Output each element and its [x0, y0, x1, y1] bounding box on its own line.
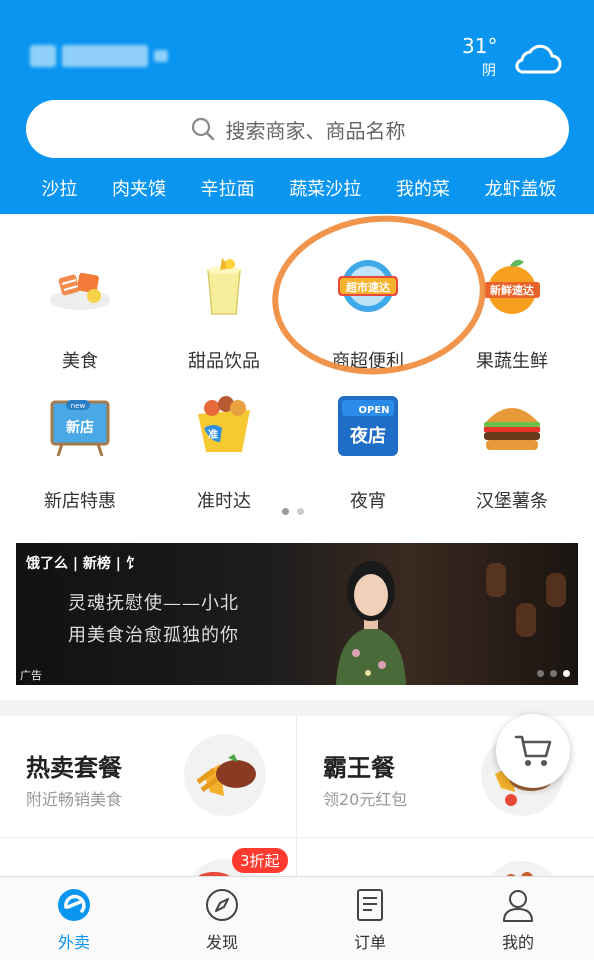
svg-text:新鲜速达: 新鲜速达: [490, 283, 534, 297]
hot-word[interactable]: 沙拉: [41, 175, 77, 201]
banner-person-image: [336, 561, 406, 685]
bottom-tab-bar: 外卖 发现 订单 我的: [0, 876, 594, 960]
tab-label: 外卖: [57, 933, 90, 952]
category-fresh-produce[interactable]: 新鲜速达 果蔬生鲜: [452, 234, 572, 372]
search-icon: [191, 117, 214, 141]
category-grid: 美食 甜品饮品 超市速达 商超便利 新鲜速达 果蔬生鲜 new 新店 新店特惠 …: [0, 214, 594, 530]
burger-icon: [484, 402, 540, 450]
svg-text:超市速达: 超市速达: [345, 280, 390, 294]
svg-text:新店: 新店: [66, 419, 94, 436]
category-new-store[interactable]: new 新店 新店特惠: [20, 374, 140, 512]
category-late-night[interactable]: OPEN 夜店 夜宵: [308, 374, 428, 512]
banner-dot: [550, 670, 557, 677]
category-burger-fries[interactable]: 汉堡薯条: [452, 374, 572, 512]
hot-search-words: 沙拉 肉夹馍 辛拉面 蔬菜沙拉 我的菜 龙虾盖饭: [0, 170, 594, 206]
page-dot-active: [282, 508, 289, 515]
hot-word[interactable]: 我的菜: [396, 175, 450, 201]
tab-label: 我的: [501, 933, 534, 952]
search-input[interactable]: 搜索商家、商品名称: [26, 100, 569, 158]
hot-word[interactable]: 龙虾盖饭: [485, 175, 557, 201]
salmon-dish-icon: [50, 272, 110, 310]
svg-text:new: new: [71, 402, 86, 410]
person-icon: [503, 890, 533, 922]
on-time-icon: 准: [198, 396, 250, 452]
promo-subtitle: 领20元红包: [323, 790, 408, 809]
banner-dot: [537, 670, 544, 677]
promo-subtitle: 附近畅销美食: [26, 790, 123, 809]
category-supermarket[interactable]: 超市速达 商超便利: [308, 234, 428, 372]
drink-cup-icon: [207, 258, 241, 315]
category-food[interactable]: 美食: [20, 234, 140, 372]
weather-widget[interactable]: 31° 阴: [462, 34, 562, 84]
hot-word[interactable]: 肉夹馍: [112, 175, 166, 201]
supermarket-icon: 超市速达: [338, 260, 398, 312]
eleme-logo-icon: [58, 889, 90, 921]
weather-condition: 阴: [482, 63, 496, 79]
banner-section: 饿了么 | 新榜 | 饣 灵魂抚慰使——小北 用美食治愈孤独的你 广告: [0, 530, 594, 700]
tab-label: 发现: [205, 933, 238, 952]
category-label: 夜宵: [350, 491, 386, 512]
svg-text:OPEN: OPEN: [358, 405, 389, 416]
category-label: 甜品饮品: [188, 351, 260, 372]
category-label: 商超便利: [332, 351, 404, 372]
page-dot: [297, 508, 304, 515]
temperature: 31°: [462, 34, 498, 58]
tab-discover[interactable]: 发现: [148, 877, 296, 960]
hot-word[interactable]: 蔬菜沙拉: [289, 175, 361, 201]
cart-icon: [514, 735, 552, 766]
tab-orders[interactable]: 订单: [296, 877, 444, 960]
svg-text:准: 准: [208, 428, 218, 441]
tab-profile[interactable]: 我的: [444, 877, 592, 960]
steak-fries-icon: [184, 734, 266, 816]
promo-title: 热卖套餐: [26, 754, 122, 782]
category-label: 美食: [62, 351, 98, 372]
category-label: 汉堡薯条: [476, 491, 548, 512]
food-thumbnail-icon: [490, 860, 554, 876]
tab-takeout[interactable]: 外卖: [0, 877, 148, 960]
location-address-blurred[interactable]: [30, 40, 190, 72]
ad-banner[interactable]: 饿了么 | 新榜 | 饣 灵魂抚慰使——小北 用美食治愈孤独的你 广告: [16, 543, 578, 685]
ad-label: 广告: [20, 669, 42, 682]
cloud-icon: [515, 44, 562, 74]
category-label: 果蔬生鲜: [476, 351, 548, 372]
promo-card-partial[interactable]: [297, 838, 593, 876]
banner-subheadline: 用美食治愈孤独的你: [68, 625, 239, 646]
category-dessert-drinks[interactable]: 甜品饮品: [164, 234, 284, 372]
banner-page-indicator: [537, 670, 570, 677]
category-on-time[interactable]: 准 准时达: [164, 374, 284, 512]
header: 31° 阴 搜索商家、商品名称 沙拉 肉夹馍 辛拉面 蔬菜沙拉 我的菜 龙虾盖饭: [0, 0, 594, 214]
promo-card-hot-sets[interactable]: 热卖套餐 附近畅销美食: [0, 716, 296, 836]
cart-button[interactable]: [496, 714, 570, 788]
order-list-icon: [357, 889, 383, 921]
category-label: 新店特惠: [44, 491, 116, 512]
hot-word[interactable]: 辛拉面: [201, 175, 255, 201]
discount-badge: 3折起: [232, 848, 288, 873]
compass-icon: [206, 889, 238, 921]
new-store-icon: new 新店: [50, 400, 110, 457]
category-page-indicator: [282, 508, 304, 515]
promo-title: 霸王餐: [323, 754, 395, 782]
banner-brand-logos: 饿了么 | 新榜 | 饣: [26, 556, 140, 572]
search-placeholder: 搜索商家、商品名称: [225, 118, 406, 143]
banner-dot-active: [563, 670, 570, 677]
tab-label: 订单: [353, 933, 386, 952]
fresh-fruit-icon: 新鲜速达: [484, 259, 540, 314]
category-label: 准时达: [197, 491, 251, 512]
svg-text:夜店: 夜店: [349, 425, 386, 447]
night-store-icon: OPEN 夜店: [338, 396, 398, 456]
banner-headline: 灵魂抚慰使——小北: [68, 593, 239, 614]
